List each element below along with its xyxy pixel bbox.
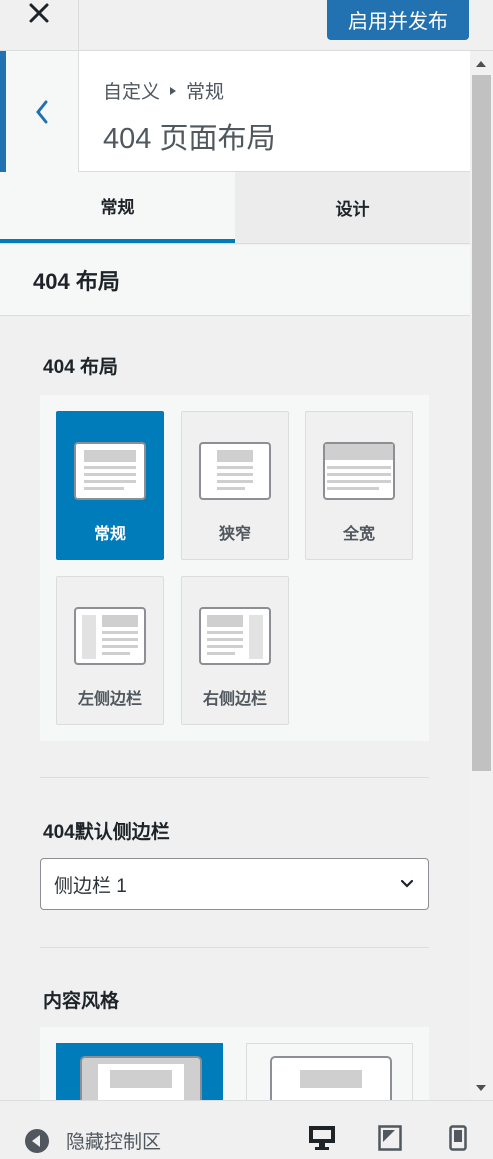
layout-narrow-icon xyxy=(199,442,271,500)
section-header: 自定义 常规 404 页面布局 xyxy=(0,51,470,172)
layout-option-label: 常规 xyxy=(93,526,126,543)
breadcrumb-arrow-icon xyxy=(170,86,177,95)
content-style-unboxed-icon xyxy=(270,1056,392,1100)
back-button[interactable] xyxy=(0,51,79,172)
preview-desktop-button[interactable] xyxy=(308,1125,336,1156)
content-style-boxed-icon xyxy=(80,1056,202,1100)
publish-button[interactable]: 启用并发布 xyxy=(327,0,469,40)
layout-option-full-width[interactable]: 全宽 xyxy=(305,411,413,560)
sidebar-select[interactable]: 侧边栏 1 xyxy=(40,858,429,910)
tab-design[interactable]: 设计 xyxy=(235,172,470,243)
layout-option-normal[interactable]: 常规 xyxy=(56,411,164,560)
scroll-up-icon[interactable] xyxy=(476,61,486,67)
chevron-down-icon xyxy=(400,879,414,888)
breadcrumb-current: 常规 xyxy=(186,82,225,103)
layout-left-sidebar-icon xyxy=(74,607,146,665)
layout-full-width-icon xyxy=(323,442,395,500)
divider xyxy=(40,777,429,778)
mobile-icon xyxy=(449,1125,467,1151)
layout-option-narrow[interactable]: 狭窄 xyxy=(181,411,289,560)
controls-panel: 自定义 常规 404 页面布局 常规 设计 404 布局 404 布局 常规 狭… xyxy=(0,51,470,1100)
preview-tablet-button[interactable] xyxy=(378,1125,402,1156)
breadcrumb-root: 自定义 xyxy=(103,82,161,103)
content-style-label: 内容风格 xyxy=(43,991,120,1012)
scroll-down-icon[interactable] xyxy=(476,1085,486,1091)
tab-bar: 常规 设计 xyxy=(0,172,470,244)
content-style-option-boxed[interactable] xyxy=(56,1043,223,1100)
layout-option-label: 狭窄 xyxy=(218,526,251,543)
content-style-picker xyxy=(40,1027,429,1100)
breadcrumb: 自定义 常规 xyxy=(103,77,224,104)
group-heading: 404 布局 xyxy=(0,245,470,316)
layout-picker: 常规 狭窄 全宽 左侧边栏 右侧边栏 xyxy=(40,395,429,741)
layout-option-left-sidebar[interactable]: 左侧边栏 xyxy=(56,576,164,725)
collapse-arrow-icon xyxy=(25,1128,49,1153)
customizer-footer: 隐藏控制区 xyxy=(0,1100,493,1159)
layout-option-label: 右侧边栏 xyxy=(202,691,267,708)
chevron-left-icon xyxy=(36,100,48,123)
tab-general[interactable]: 常规 xyxy=(0,172,235,243)
layout-option-label: 全宽 xyxy=(342,526,375,543)
layout-option-label: 左侧边栏 xyxy=(77,691,142,708)
divider xyxy=(40,947,429,948)
tablet-icon xyxy=(378,1125,402,1151)
close-button[interactable] xyxy=(0,0,79,51)
scrollbar[interactable] xyxy=(470,51,493,1100)
close-icon xyxy=(29,3,49,23)
sidebar-select-value: 侧边栏 1 xyxy=(54,875,127,897)
collapse-label: 隐藏控制区 xyxy=(66,1132,162,1153)
section-title: 404 页面布局 xyxy=(103,123,276,155)
content-style-option-unboxed[interactable] xyxy=(246,1043,413,1100)
customizer-header: 启用并发布 xyxy=(0,0,493,51)
desktop-icon xyxy=(309,1126,335,1150)
collapse-sidebar-button[interactable]: 隐藏控制区 xyxy=(24,1127,161,1154)
layout-normal-icon xyxy=(74,442,146,500)
sidebar-label: 404默认侧边栏 xyxy=(43,822,170,843)
preview-mobile-button[interactable] xyxy=(449,1125,467,1156)
layout-right-sidebar-icon xyxy=(199,607,271,665)
layout-label: 404 布局 xyxy=(43,357,118,378)
layout-option-right-sidebar[interactable]: 右侧边栏 xyxy=(181,576,289,725)
scrollbar-thumb[interactable] xyxy=(472,75,491,771)
